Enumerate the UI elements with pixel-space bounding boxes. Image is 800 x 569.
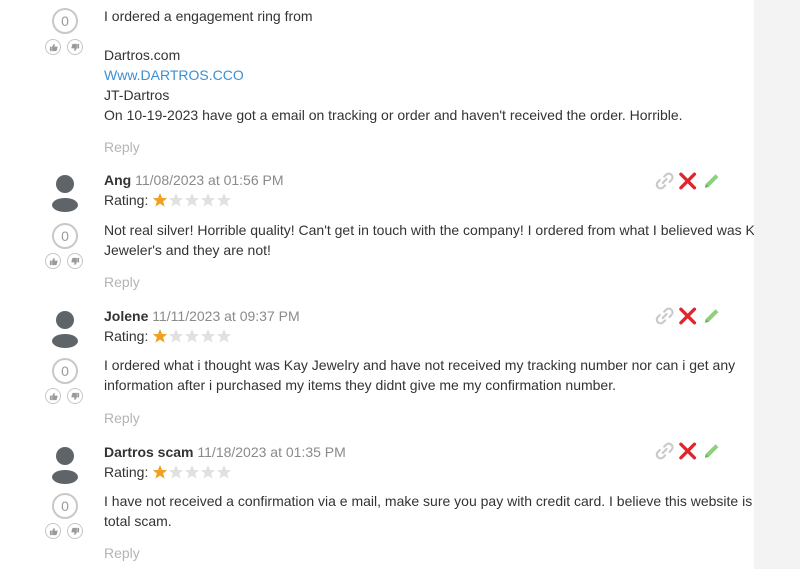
rating-row: Rating: <box>104 190 734 210</box>
comment-1: 0 Ang 11/08/2023 at 01:56 PM Rating: Not… <box>0 169 770 300</box>
thumbs-up-button[interactable] <box>45 253 61 269</box>
comment-0: 0 I ordered a engagement ring from Dartr… <box>0 0 754 160</box>
star-empty-icon <box>217 465 232 479</box>
star-empty-icon <box>201 193 216 207</box>
link-icon[interactable] <box>654 170 675 192</box>
star-empty-icon <box>185 193 200 207</box>
avatar <box>51 310 79 348</box>
thumbs-down-icon <box>71 527 80 536</box>
comment-line: Not real silver! Horrible quality! Can't… <box>104 222 770 238</box>
rating-stars <box>152 328 232 344</box>
rating-row: Rating: <box>104 326 734 346</box>
star-empty-icon <box>201 465 216 479</box>
star-empty-icon <box>201 329 216 343</box>
comment-author[interactable]: Jolene <box>104 308 148 324</box>
avatar <box>51 446 79 484</box>
comment-line: I ordered what i thought was Kay Jewelry… <box>104 357 736 373</box>
thumbs-up-icon <box>49 527 58 536</box>
star-filled-icon <box>153 465 168 479</box>
avatar <box>51 174 79 212</box>
vote-count: 0 <box>52 358 78 384</box>
comment-line: total scam. <box>104 513 172 529</box>
comments-panel: 0 I ordered a engagement ring from Dartr… <box>0 0 770 569</box>
user-silhouette-icon <box>52 311 78 348</box>
star-empty-icon <box>169 329 184 343</box>
comment-header: Ang 11/08/2023 at 01:56 PM <box>104 170 734 190</box>
user-silhouette-icon <box>52 175 78 212</box>
star-empty-icon <box>169 465 184 479</box>
comment-actions <box>654 304 724 328</box>
thumbs-down-button[interactable] <box>67 388 83 404</box>
comment-actions <box>654 439 724 463</box>
vote-count: 0 <box>52 493 78 519</box>
link-icon[interactable] <box>654 305 675 327</box>
thumbs-up-button[interactable] <box>45 39 61 55</box>
comment-line: I have not received a confirmation via e… <box>104 493 764 509</box>
star-filled-icon <box>153 329 168 343</box>
thumbs-up-icon <box>49 392 58 401</box>
comment-line: JT-Dartros <box>104 87 170 103</box>
thumbs-down-icon <box>71 43 80 52</box>
rating-stars <box>152 192 232 208</box>
comment-line: information after i purchased my items t… <box>104 377 616 393</box>
page-gutter <box>754 0 800 569</box>
comment-line: Dartros.com <box>104 47 181 63</box>
comment-body: I ordered a engagement ring from Dartros… <box>104 6 734 125</box>
comment-author[interactable]: Dartros scam <box>104 444 194 460</box>
comment-body: Ang 11/08/2023 at 01:56 PM Rating: Not r… <box>104 170 770 260</box>
comment-line <box>104 26 734 45</box>
comment-header: Jolene 11/11/2023 at 09:37 PM <box>104 306 734 326</box>
vote-count: 0 <box>52 8 78 34</box>
thumbs-up-button[interactable] <box>45 388 61 404</box>
comment-body: Dartros scam 11/18/2023 at 01:35 PM Rati… <box>104 442 764 531</box>
star-empty-icon <box>185 329 200 343</box>
rating-label: Rating: <box>104 192 149 208</box>
comment-header: Dartros scam 11/18/2023 at 01:35 PM <box>104 442 734 462</box>
rating-stars <box>152 464 232 480</box>
pencil-edit-icon[interactable] <box>701 440 722 462</box>
thumbs-up-button[interactable] <box>45 523 61 539</box>
delete-x-icon[interactable] <box>677 440 698 462</box>
thumbs-down-button[interactable] <box>67 523 83 539</box>
reply-link[interactable]: Reply <box>104 274 140 290</box>
thumbs-down-button[interactable] <box>67 253 83 269</box>
delete-x-icon[interactable] <box>677 170 698 192</box>
comment-date: 11/18/2023 at 01:35 PM <box>197 444 346 460</box>
comment-2: 0 Jolene 11/11/2023 at 09:37 PM Rating: … <box>0 306 754 436</box>
thumbs-down-icon <box>71 257 80 266</box>
thumbs-up-icon <box>49 257 58 266</box>
comment-3: 0 Dartros scam 11/18/2023 at 01:35 PM Ra… <box>0 439 764 569</box>
comment-body: Jolene 11/11/2023 at 09:37 PM Rating: I … <box>104 306 736 395</box>
pencil-edit-icon[interactable] <box>701 305 722 327</box>
comment-date: 11/11/2023 at 09:37 PM <box>152 308 300 324</box>
delete-x-icon[interactable] <box>677 305 698 327</box>
star-empty-icon <box>217 193 232 207</box>
comment-author[interactable]: Ang <box>104 172 131 188</box>
thumbs-down-button[interactable] <box>67 39 83 55</box>
comment-date: 11/08/2023 at 01:56 PM <box>135 172 284 188</box>
user-silhouette-icon <box>52 447 78 484</box>
rating-row: Rating: <box>104 462 734 482</box>
comment-line: Jeweler's and they are not! <box>104 242 271 258</box>
star-empty-icon <box>185 465 200 479</box>
comment-actions <box>654 169 724 193</box>
comment-line: On 10-19-2023 have got a email on tracki… <box>104 107 683 123</box>
reply-link[interactable]: Reply <box>104 545 140 561</box>
reply-link[interactable]: Reply <box>104 410 140 426</box>
rating-label: Rating: <box>104 328 149 344</box>
thumbs-down-icon <box>71 392 80 401</box>
vote-count: 0 <box>52 223 78 249</box>
pencil-edit-icon[interactable] <box>701 170 722 192</box>
link-icon[interactable] <box>654 440 675 462</box>
reply-link[interactable]: Reply <box>104 139 140 155</box>
star-empty-icon <box>169 193 184 207</box>
comment-line: I ordered a engagement ring from <box>104 8 313 24</box>
rating-label: Rating: <box>104 464 149 480</box>
comment-link[interactable]: Www.DARTROS.CCO <box>104 65 734 85</box>
star-filled-icon <box>153 193 168 207</box>
star-empty-icon <box>217 329 232 343</box>
thumbs-up-icon <box>49 43 58 52</box>
